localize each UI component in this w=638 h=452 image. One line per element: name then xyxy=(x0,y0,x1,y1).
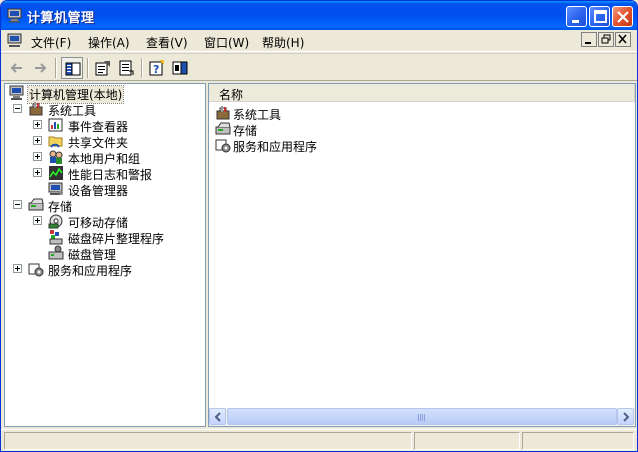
storage-icon xyxy=(28,197,44,213)
toolbar-separator xyxy=(87,58,89,78)
column-header-name[interactable]: 名称 xyxy=(209,84,635,102)
mdi-close-button[interactable] xyxy=(615,32,631,47)
tree-node-event-viewer[interactable]: 事件查看器 xyxy=(33,117,193,134)
tree-node-removable-storage[interactable]: 可移动存储 xyxy=(33,213,193,230)
console-tree[interactable]: 计算机管理(本地) 系统工具 事件查看器 共享文件夹 本地用户和组 性能日志和警… xyxy=(4,83,206,427)
shared-folder-icon xyxy=(48,133,64,149)
disk-management-icon xyxy=(48,245,64,261)
users-group-icon xyxy=(48,149,64,165)
menu-action[interactable]: 操作(A) xyxy=(88,34,130,51)
disk-defragmenter-icon xyxy=(48,229,64,245)
device-manager-icon xyxy=(48,181,64,197)
computer-management-app-icon[interactable] xyxy=(7,8,23,23)
maximize-button[interactable] xyxy=(589,6,610,27)
mdi-restore-button[interactable] xyxy=(598,32,614,47)
show-hide-tree-button[interactable] xyxy=(61,57,83,79)
menu-bar: 文件(F) 操作(A) 查看(V) 窗口(W) 帮助(H) xyxy=(1,30,637,52)
mdi-minimize-button[interactable] xyxy=(581,32,597,47)
expand-toggle[interactable] xyxy=(13,264,22,273)
list-item-label: 存储 xyxy=(233,124,258,138)
scroll-right-button[interactable] xyxy=(617,408,634,425)
expand-toggle[interactable] xyxy=(33,152,42,161)
title-bar[interactable]: 计算机管理 xyxy=(1,1,637,30)
svg-text:?: ? xyxy=(153,63,159,76)
tree-node-shared-folders[interactable]: 共享文件夹 xyxy=(33,133,193,150)
status-panel-tertiary xyxy=(522,432,634,450)
show-hide-action-pane-button[interactable] xyxy=(169,57,191,79)
console-window-icon[interactable] xyxy=(7,33,23,48)
window-title: 计算机管理 xyxy=(27,11,95,26)
performance-logs-icon xyxy=(48,165,64,181)
tree-node-disk-defragmenter[interactable]: 磁盘碎片整理程序 xyxy=(48,229,203,246)
tree-node-storage[interactable]: 存储 xyxy=(13,197,193,214)
status-panel-secondary xyxy=(414,432,520,450)
expand-toggle[interactable] xyxy=(33,216,42,225)
services-applications-icon xyxy=(28,261,44,277)
menu-file[interactable]: 文件(F) xyxy=(31,34,71,51)
computer-icon xyxy=(9,85,25,101)
scroll-left-button[interactable] xyxy=(209,408,226,425)
mdi-controls xyxy=(580,32,631,49)
column-header-label: 名称 xyxy=(219,88,244,102)
tree-node-local-users[interactable]: 本地用户和组 xyxy=(33,149,193,166)
back-button[interactable] xyxy=(6,57,28,79)
list-header: 名称 xyxy=(209,84,635,102)
status-bar xyxy=(1,429,637,451)
toolbar: ? xyxy=(1,53,637,81)
horizontal-scrollbar[interactable] xyxy=(209,408,635,426)
toolbox-icon xyxy=(28,101,44,117)
expand-toggle[interactable] xyxy=(33,136,42,145)
forward-button[interactable] xyxy=(29,57,51,79)
toolbar-separator xyxy=(141,58,143,78)
status-panel-main xyxy=(4,432,412,450)
tree-node-label: 服务和应用程序 xyxy=(48,264,133,278)
minimize-button[interactable] xyxy=(566,6,587,27)
details-pane[interactable]: 名称 系统工具 存储 服务和应用程序 xyxy=(208,83,636,427)
collapse-toggle[interactable] xyxy=(13,104,22,113)
tree-node-device-manager[interactable]: 设备管理器 xyxy=(48,181,198,198)
toolbox-icon xyxy=(215,105,231,121)
removable-storage-icon xyxy=(48,213,64,229)
tree-node-services-applications[interactable]: 服务和应用程序 xyxy=(13,261,193,278)
menu-view[interactable]: 查看(V) xyxy=(146,34,188,51)
menu-help[interactable]: 帮助(H) xyxy=(262,34,304,51)
list-item-label: 服务和应用程序 xyxy=(233,140,318,154)
collapse-toggle[interactable] xyxy=(13,200,22,209)
scrollbar-thumb[interactable] xyxy=(227,408,617,425)
expand-toggle[interactable] xyxy=(33,120,42,129)
help-button[interactable]: ? xyxy=(146,57,168,79)
properties-button[interactable] xyxy=(92,57,114,79)
tree-node-performance-logs[interactable]: 性能日志和警报 xyxy=(33,165,193,182)
scrollbar-grip xyxy=(418,414,426,421)
tree-node-disk-management[interactable]: 磁盘管理 xyxy=(48,245,198,262)
event-viewer-icon xyxy=(48,117,64,133)
storage-icon xyxy=(215,121,231,137)
close-button[interactable] xyxy=(612,6,633,27)
expand-toggle[interactable] xyxy=(33,168,42,177)
list-item-label: 系统工具 xyxy=(233,108,282,122)
menu-window[interactable]: 窗口(W) xyxy=(204,34,249,51)
services-applications-icon xyxy=(215,137,231,153)
tree-node-system-tools[interactable]: 系统工具 xyxy=(13,101,193,118)
tree-node-root[interactable]: 计算机管理(本地) xyxy=(9,85,199,104)
export-list-button[interactable] xyxy=(115,57,137,79)
toolbar-separator xyxy=(55,58,57,78)
computer-management-window: 计算机管理 文件(F) 操作(A) 查看(V) 窗口(W) 帮助(H) ? 计算… xyxy=(0,0,638,452)
